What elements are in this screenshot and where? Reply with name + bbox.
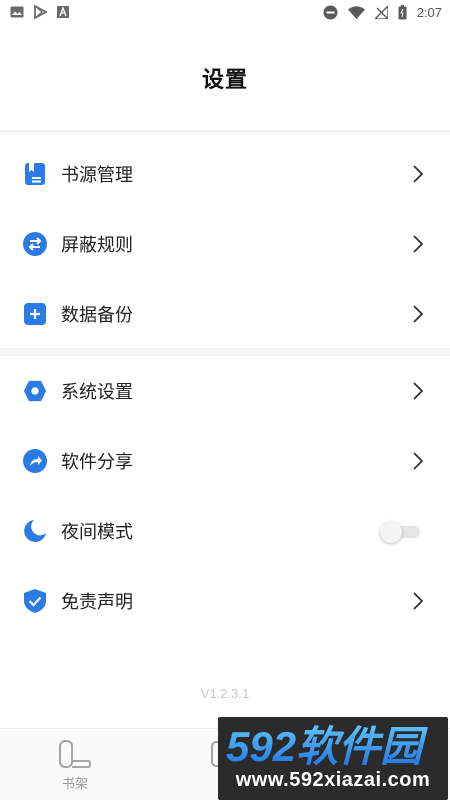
menu-item-label: 书源管理 xyxy=(61,165,133,186)
menu-item-share-app[interactable]: 软件分享 xyxy=(0,426,450,496)
book-source-icon xyxy=(23,162,47,186)
status-bar: 2:07 xyxy=(0,0,450,24)
nav-label: 书架 xyxy=(61,777,88,792)
chevron-right-icon xyxy=(413,382,424,400)
do-not-disturb-icon xyxy=(323,5,338,19)
hexagon-settings-icon xyxy=(23,379,47,403)
swap-icon xyxy=(23,232,47,256)
menu-item-disclaimer[interactable]: 免责声明 xyxy=(0,566,450,636)
play-store-icon xyxy=(34,5,47,19)
menu-item-block-rules[interactable]: 屏蔽规则 xyxy=(0,209,450,279)
status-right: 2:07 xyxy=(323,4,442,20)
font-icon xyxy=(57,6,69,18)
wifi-icon xyxy=(347,5,365,19)
menu-item-data-backup[interactable]: 数据备份 xyxy=(0,279,450,349)
status-left xyxy=(10,5,69,19)
battery-icon xyxy=(398,4,407,19)
toggle-thumb xyxy=(380,521,402,543)
chevron-right-icon xyxy=(413,592,424,610)
bookshelf-icon xyxy=(59,740,91,768)
share-icon xyxy=(23,449,47,473)
page-header: 设置 xyxy=(0,24,450,132)
watermark-logo: 592软件园 xyxy=(226,723,428,769)
moon-icon xyxy=(23,519,47,543)
page-title: 设置 xyxy=(201,68,248,93)
nav-item-bookshelf[interactable]: 书架 xyxy=(40,739,110,799)
menu-item-label: 数据备份 xyxy=(61,305,133,326)
no-signal-icon xyxy=(374,5,388,19)
menu-item-label: 屏蔽规则 xyxy=(61,235,133,256)
menu-item-label: 系统设置 xyxy=(61,382,133,403)
watermark-url: www.592xiazai.com xyxy=(235,769,431,791)
night-mode-toggle[interactable] xyxy=(380,520,420,543)
menu-item-night-mode: 夜间模式 xyxy=(0,496,450,566)
chevron-right-icon xyxy=(413,165,424,183)
chevron-right-icon xyxy=(413,452,424,470)
watermark: 592软件园 www.592xiazai.com xyxy=(218,717,448,800)
menu-item-label: 软件分享 xyxy=(61,452,133,473)
image-icon xyxy=(10,6,24,18)
section-divider xyxy=(0,348,450,356)
svg-text:592软件园: 592软件园 xyxy=(226,723,428,769)
menu-item-book-source[interactable]: 书源管理 xyxy=(0,139,450,209)
menu-item-system-settings[interactable]: 系统设置 xyxy=(0,356,450,426)
menu-item-label: 免责声明 xyxy=(61,592,133,613)
plus-box-icon xyxy=(23,302,47,326)
app-version: V1.2.3.1 xyxy=(200,686,250,701)
chevron-right-icon xyxy=(413,305,424,323)
shield-check-icon xyxy=(23,589,47,613)
header-divider xyxy=(0,130,450,136)
chevron-right-icon xyxy=(413,235,424,253)
status-time: 2:07 xyxy=(416,4,442,20)
menu-item-label: 夜间模式 xyxy=(61,522,133,543)
